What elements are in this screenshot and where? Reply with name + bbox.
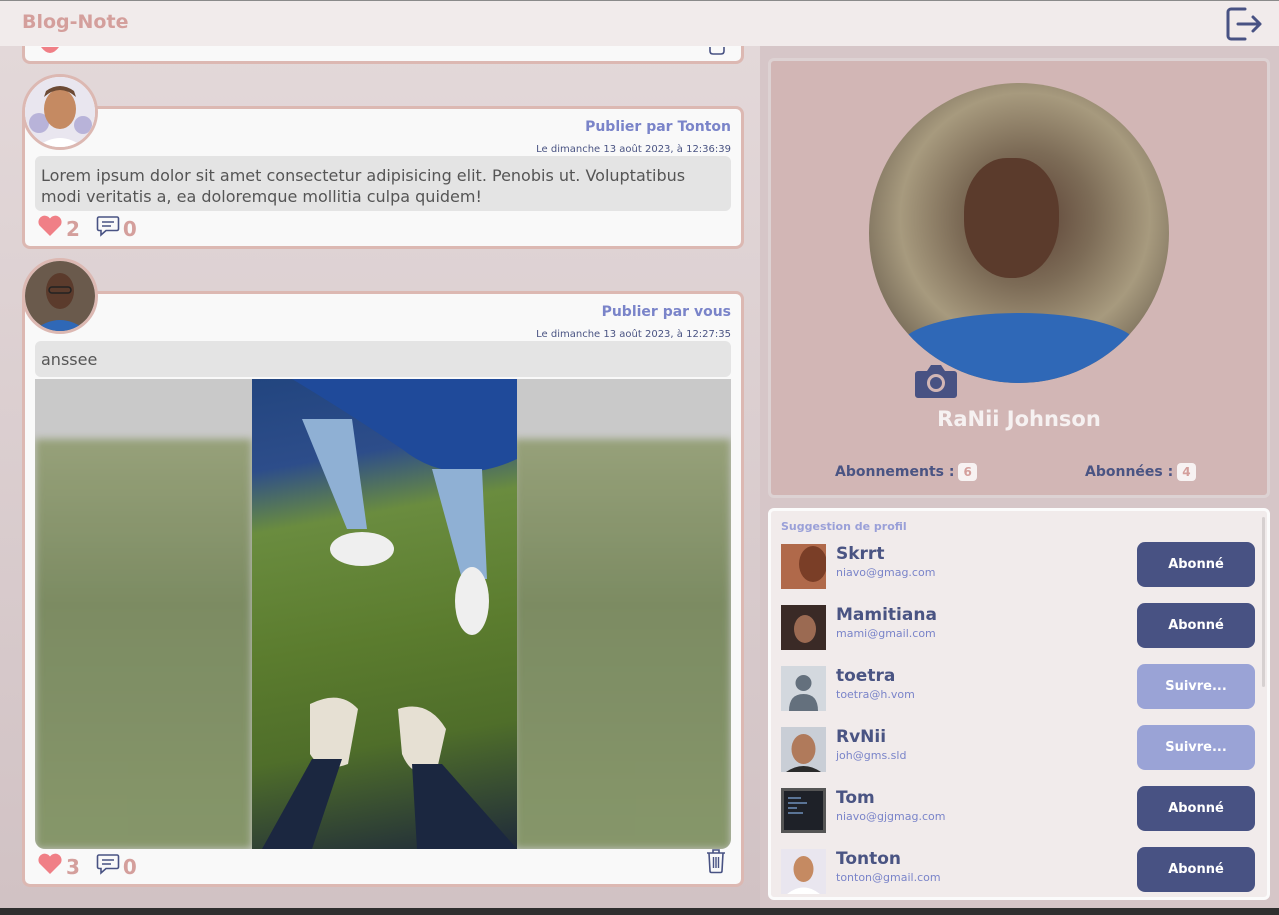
suggestion-row: Skrrt niavo@gmag.com Abonné bbox=[781, 542, 1255, 592]
trash-icon[interactable] bbox=[707, 46, 727, 59]
follow-button[interactable]: Abonné bbox=[1137, 847, 1255, 892]
camera-icon[interactable] bbox=[914, 361, 958, 403]
followers-stat[interactable]: Abonnées : 4 bbox=[1085, 463, 1196, 481]
window-bottom-edge bbox=[0, 908, 1279, 915]
heart-icon bbox=[37, 215, 63, 242]
comment-button[interactable]: 0 bbox=[96, 215, 137, 242]
post-content: Lorem ipsum dolor sit amet consectetur a… bbox=[35, 156, 731, 211]
suggestion-email: joh@gms.sld bbox=[836, 749, 907, 762]
post-card-partial bbox=[22, 46, 744, 64]
post-content: anssee bbox=[35, 341, 731, 377]
heart-icon[interactable] bbox=[39, 46, 61, 61]
suggestion-name[interactable]: Mamitiana bbox=[836, 605, 937, 625]
profile-photo[interactable] bbox=[869, 83, 1169, 383]
like-count: 2 bbox=[66, 216, 80, 241]
suggestion-name[interactable]: Skrrt bbox=[836, 544, 884, 564]
post-date: Le dimanche 13 août 2023, à 12:27:35 bbox=[536, 329, 731, 340]
follow-button[interactable]: Abonné bbox=[1137, 542, 1255, 587]
post-actions: 3 0 bbox=[37, 853, 137, 880]
suggestion-name[interactable]: Tonton bbox=[836, 849, 901, 869]
post-photo bbox=[252, 379, 517, 849]
heart-icon bbox=[37, 853, 63, 880]
following-stat[interactable]: Abonnements : 6 bbox=[835, 463, 977, 481]
like-count: 3 bbox=[66, 854, 80, 879]
suggestion-row: Tom niavo@gjgmag.com Abonné bbox=[781, 786, 1255, 836]
suggestion-row: toetra toetra@h.vom Suivre... bbox=[781, 664, 1255, 714]
follow-button[interactable]: Abonné bbox=[1137, 786, 1255, 831]
following-label: Abonnements : bbox=[835, 464, 955, 480]
followers-label: Abonnées : bbox=[1085, 464, 1174, 480]
post-image[interactable] bbox=[35, 379, 731, 849]
post-actions: 2 0 bbox=[37, 215, 137, 242]
suggestion-row: Tonton tonton@gmail.com Abonné bbox=[781, 847, 1255, 897]
follow-button[interactable]: Abonné bbox=[1137, 603, 1255, 648]
profile-card: RaNii Johnson Abonnements : 6 Abonnées :… bbox=[768, 58, 1270, 498]
suggestion-email: niavo@gmag.com bbox=[836, 566, 936, 579]
suggestion-email: toetra@h.vom bbox=[836, 688, 915, 701]
suggestion-row: RvNii joh@gms.sld Suivre... bbox=[781, 725, 1255, 775]
suggestion-name[interactable]: Tom bbox=[836, 788, 875, 808]
suggestions-title: Suggestion de profil bbox=[781, 520, 907, 533]
app-title[interactable]: Blog-Note bbox=[22, 11, 128, 33]
suggestion-email: niavo@gjgmag.com bbox=[836, 810, 946, 823]
trash-icon[interactable] bbox=[705, 848, 727, 878]
like-button[interactable]: 3 bbox=[37, 853, 80, 880]
author-avatar[interactable] bbox=[22, 258, 98, 334]
post-author[interactable]: Publier par vous bbox=[602, 304, 731, 320]
suggestion-avatar[interactable] bbox=[781, 849, 826, 894]
comment-count: 0 bbox=[122, 854, 137, 879]
followers-count: 4 bbox=[1177, 463, 1196, 481]
suggestion-email: tonton@gmail.com bbox=[836, 871, 941, 884]
post-card: Publier par vous Le dimanche 13 août 202… bbox=[22, 291, 744, 887]
following-count: 6 bbox=[958, 463, 977, 481]
post-date: Le dimanche 13 août 2023, à 12:36:39 bbox=[536, 144, 731, 155]
suggestion-row: Mamitiana mami@gmail.com Abonné bbox=[781, 603, 1255, 653]
profile-name: RaNii Johnson bbox=[937, 407, 1101, 431]
profile-suggestions[interactable]: Suggestion de profil Skrrt niavo@gmag.co… bbox=[768, 508, 1270, 900]
profile-face bbox=[964, 158, 1059, 278]
image-blur-left bbox=[35, 439, 252, 849]
comment-icon bbox=[96, 853, 120, 880]
top-bar: Blog-Note bbox=[0, 0, 1279, 46]
follow-button[interactable]: Suivre... bbox=[1137, 725, 1255, 770]
scrollbar[interactable] bbox=[1262, 517, 1265, 687]
default-avatar-icon[interactable] bbox=[781, 666, 826, 711]
post-card: Publier par Tonton Le dimanche 13 août 2… bbox=[22, 106, 744, 249]
suggestion-email: mami@gmail.com bbox=[836, 627, 936, 640]
suggestion-name[interactable]: RvNii bbox=[836, 727, 886, 747]
comment-button[interactable]: 0 bbox=[96, 853, 137, 880]
like-button[interactable]: 2 bbox=[37, 215, 80, 242]
suggestion-name[interactable]: toetra bbox=[836, 666, 895, 686]
suggestion-avatar[interactable] bbox=[781, 544, 826, 589]
author-avatar[interactable] bbox=[22, 74, 98, 150]
follow-button[interactable]: Suivre... bbox=[1137, 664, 1255, 709]
suggestion-avatar[interactable] bbox=[781, 605, 826, 650]
post-author[interactable]: Publier par Tonton bbox=[585, 119, 731, 135]
suggestion-avatar[interactable] bbox=[781, 788, 826, 833]
comment-count: 0 bbox=[122, 216, 137, 241]
suggestion-avatar[interactable] bbox=[781, 727, 826, 772]
logout-icon[interactable] bbox=[1225, 5, 1263, 43]
comment-icon bbox=[96, 215, 120, 242]
image-blur-right bbox=[514, 439, 731, 849]
